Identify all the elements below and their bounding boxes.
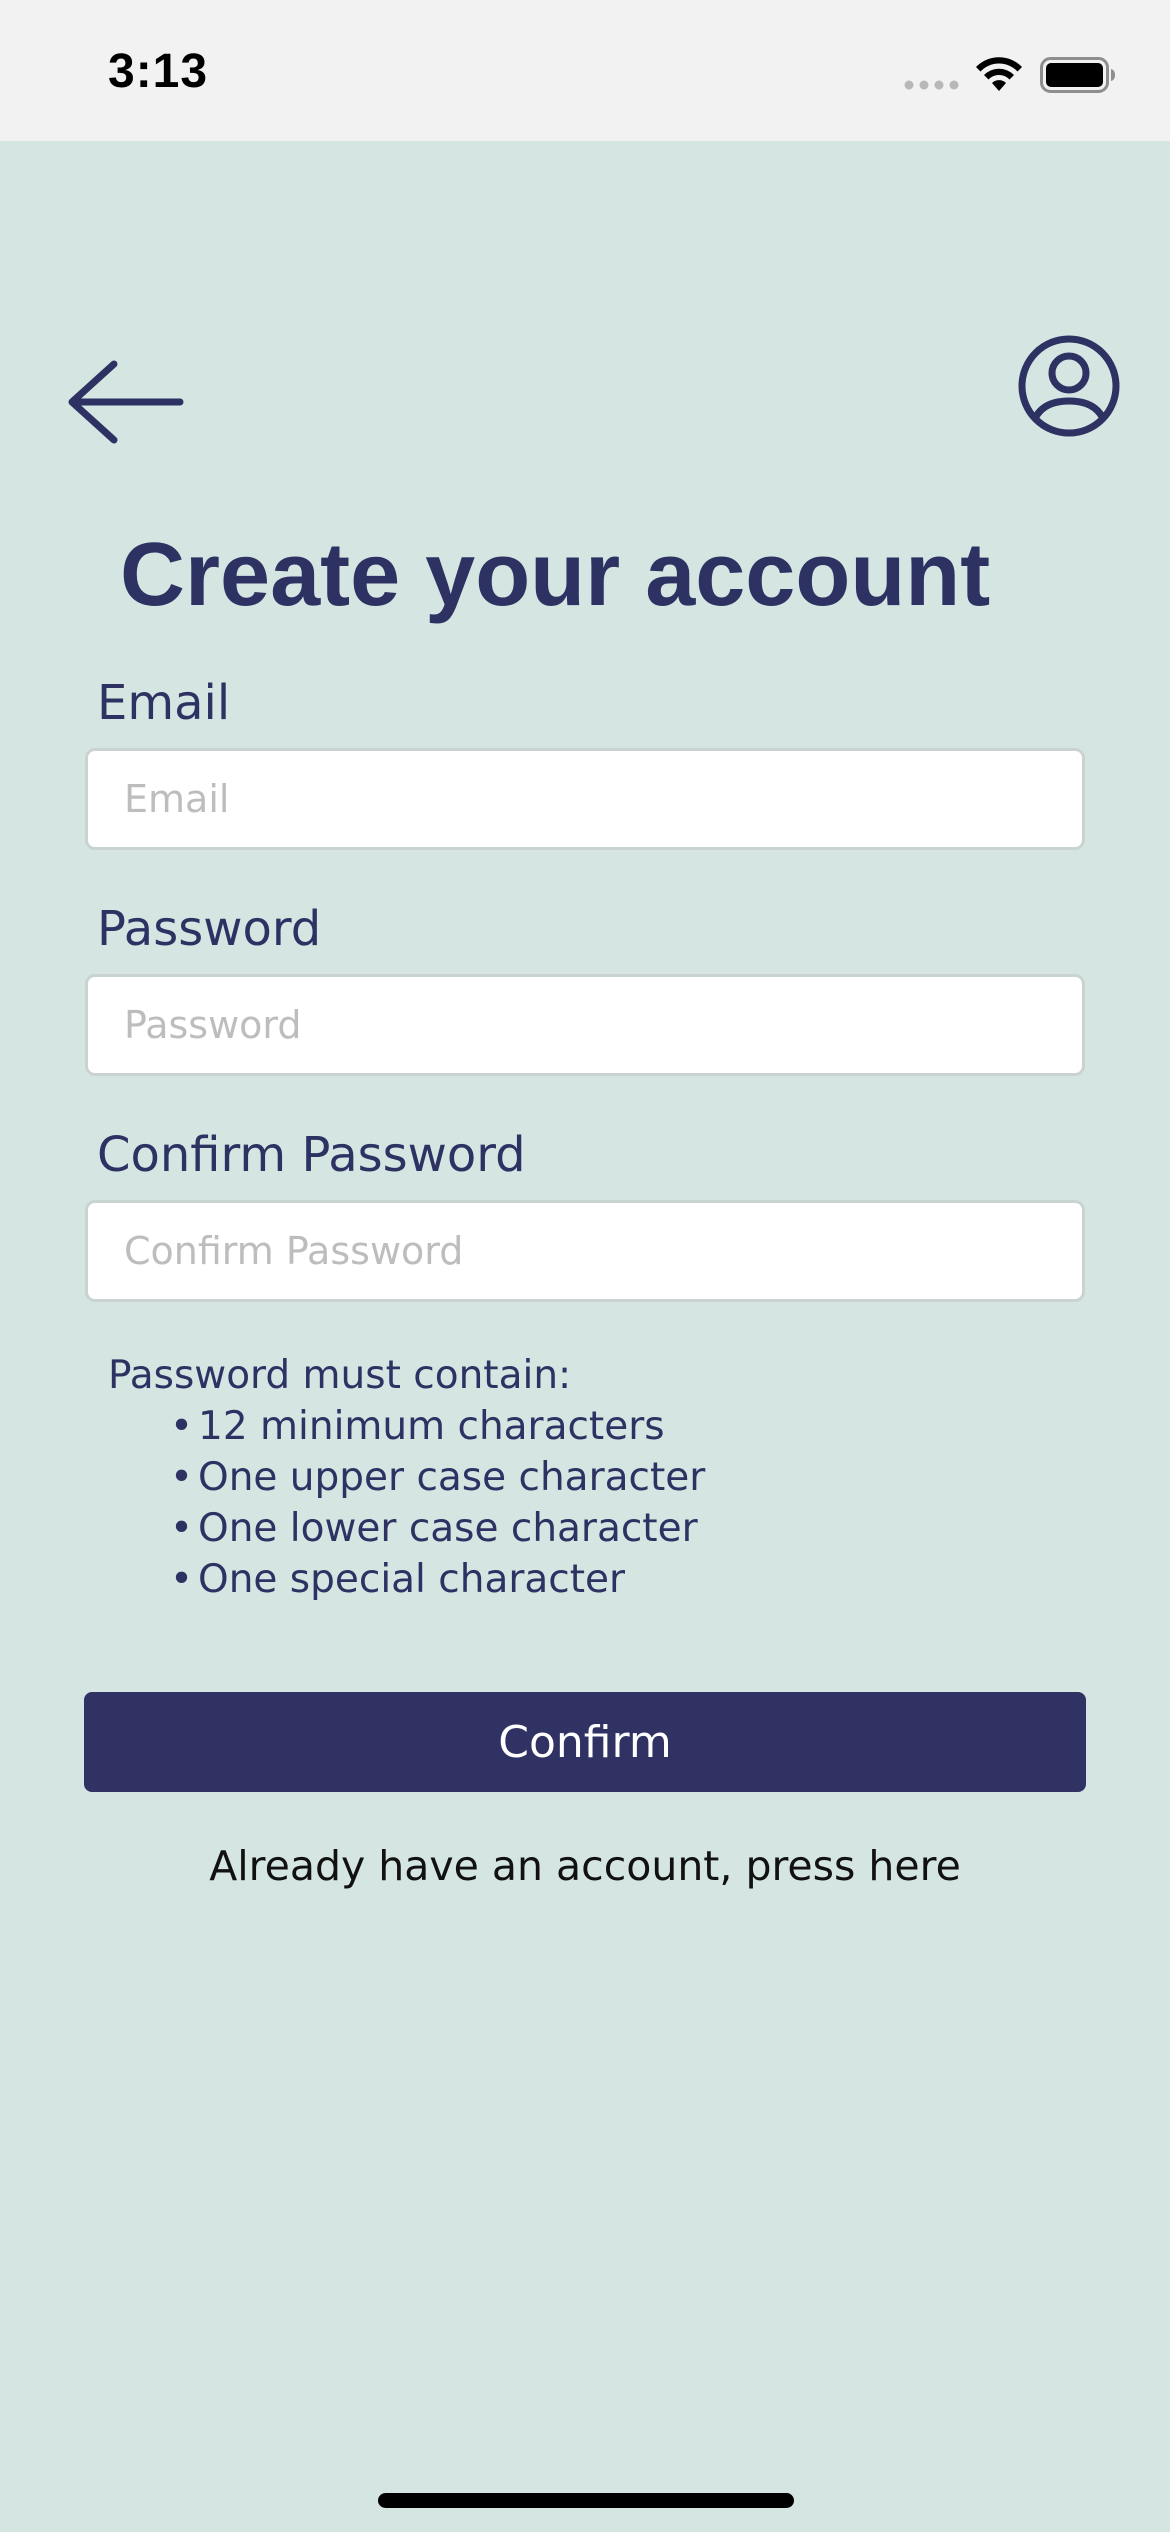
list-item: • One upper case character: [108, 1452, 705, 1503]
bullet: •: [170, 1404, 194, 1449]
confirm-button[interactable]: Confirm: [84, 1692, 1086, 1792]
list-item: • One special character: [108, 1554, 705, 1605]
profile-button[interactable]: [1016, 333, 1122, 439]
cellular-signal-icon: [904, 80, 959, 90]
password-input[interactable]: [85, 974, 1085, 1076]
bullet: •: [170, 1557, 194, 1602]
email-label: Email: [97, 675, 231, 731]
requirement-text: One special character: [198, 1557, 626, 1602]
requirement-text: One upper case character: [198, 1455, 706, 1500]
email-input[interactable]: [85, 748, 1085, 850]
confirm-password-input[interactable]: [85, 1200, 1085, 1302]
arrow-left-icon: [68, 360, 184, 444]
back-button[interactable]: [64, 356, 184, 448]
home-indicator: [378, 2493, 794, 2508]
page-title: Create your account: [120, 525, 991, 625]
battery-icon: [1040, 57, 1115, 93]
requirement-text: 12 minimum characters: [198, 1404, 665, 1449]
requirements-heading: Password must contain:: [108, 1353, 572, 1398]
user-circle-icon: [1018, 335, 1120, 437]
login-link[interactable]: Already have an account, press here: [0, 1838, 1170, 1894]
password-requirements: Password must contain: • 12 minimum char…: [108, 1350, 705, 1605]
status-time: 3:13: [108, 45, 209, 98]
bullet: •: [170, 1506, 194, 1551]
bullet: •: [170, 1455, 194, 1500]
requirements-list: • 12 minimum characters • One upper case…: [108, 1401, 705, 1605]
list-item: • One lower case character: [108, 1503, 705, 1554]
password-label: Password: [97, 901, 322, 957]
wifi-icon: [976, 57, 1022, 91]
requirement-text: One lower case character: [198, 1506, 698, 1551]
confirm-password-label: Confirm Password: [97, 1127, 526, 1183]
list-item: • 12 minimum characters: [108, 1401, 705, 1452]
status-bar: 3:13: [0, 0, 1170, 141]
